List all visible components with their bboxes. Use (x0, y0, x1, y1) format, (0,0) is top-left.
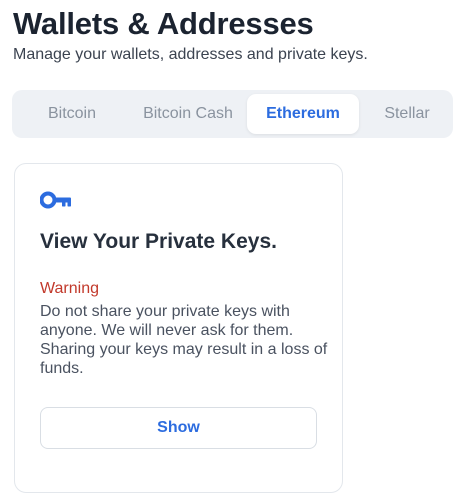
key-icon (40, 191, 71, 209)
warning-label: Warning (40, 280, 99, 297)
tab-bitcoin[interactable]: Bitcoin (24, 94, 120, 134)
show-keys-button[interactable]: Show (40, 407, 317, 449)
tab-stellar[interactable]: Stellar (372, 94, 442, 134)
tab-ethereum[interactable]: Ethereum (247, 94, 359, 134)
tab-bitcoin-cash[interactable]: Bitcoin Cash (124, 94, 252, 134)
page: Wallets & Addresses Manage your wallets,… (0, 0, 474, 504)
page-subtitle: Manage your wallets, addresses and priva… (13, 46, 368, 63)
private-keys-card: View Your Private Keys. Warning Do not s… (14, 163, 343, 493)
warning-text: Do not share your private keys with anyo… (40, 303, 328, 377)
card-title: View Your Private Keys. (40, 230, 277, 253)
currency-tab-bar: Bitcoin Bitcoin Cash Ethereum Stellar (12, 90, 453, 138)
page-title: Wallets & Addresses (13, 6, 314, 41)
